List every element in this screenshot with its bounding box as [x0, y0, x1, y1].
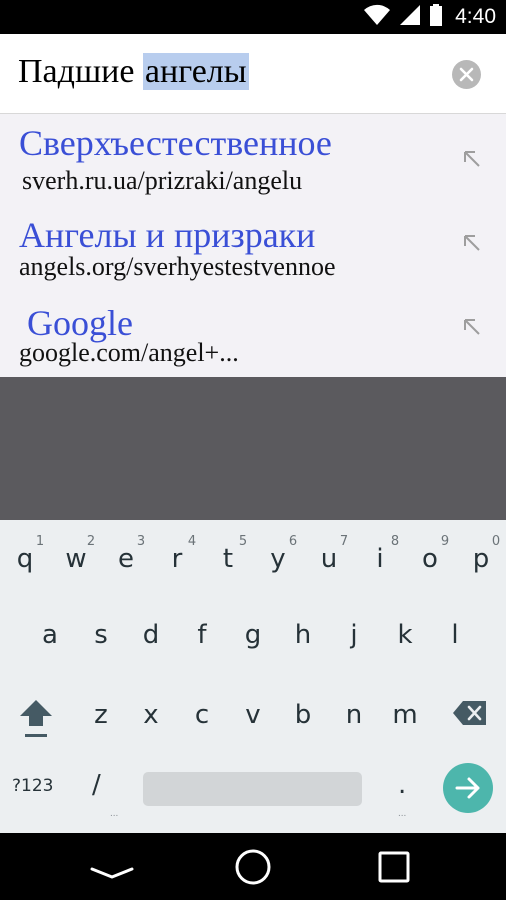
- key-label: o: [422, 544, 438, 574]
- key-z[interactable]: z: [76, 684, 126, 744]
- key-label: q: [16, 544, 34, 574]
- insert-arrow-icon[interactable]: [461, 316, 483, 338]
- slash-key-more-hint: ...: [110, 808, 119, 819]
- wifi-icon: [363, 4, 391, 31]
- suggestion-item[interactable]: Google google.com/angel+...: [0, 290, 506, 378]
- suggestion-url: google.com/angel+...: [19, 338, 239, 367]
- symbols-key[interactable]: ?123: [12, 776, 53, 796]
- key-s[interactable]: s: [76, 604, 126, 664]
- backspace-icon: [452, 701, 488, 730]
- shift-key[interactable]: [16, 696, 56, 740]
- keyboard: 1q 2w 3e 4r 5t 6y 7u 8i 9o 0p a s d f g …: [0, 520, 506, 833]
- key-e[interactable]: 3e: [101, 528, 151, 588]
- key-l[interactable]: l: [430, 604, 480, 664]
- key-g[interactable]: g: [228, 604, 278, 664]
- clear-button[interactable]: [452, 60, 481, 89]
- chevron-down-icon: [90, 867, 134, 891]
- key-label: s: [94, 620, 108, 650]
- period-key-more-hint: ...: [398, 808, 407, 819]
- status-bar: 4:40: [0, 0, 506, 34]
- key-label: m: [392, 700, 418, 730]
- suggestion-list: Сверхъестественное sverh.ru.ua/prizraki/…: [0, 114, 506, 377]
- key-label: d: [142, 620, 160, 650]
- key-q[interactable]: 1q: [0, 528, 50, 588]
- key-label: t: [222, 544, 234, 574]
- key-k[interactable]: k: [380, 604, 430, 664]
- status-time: 4:40: [455, 5, 496, 28]
- key-d[interactable]: d: [126, 604, 176, 664]
- go-button[interactable]: [443, 763, 493, 813]
- home-button[interactable]: [231, 847, 275, 887]
- period-key[interactable]: .: [398, 770, 406, 800]
- key-y[interactable]: 6y: [253, 528, 303, 588]
- key-label: i: [376, 544, 384, 574]
- key-label: g: [244, 620, 262, 650]
- key-n[interactable]: n: [329, 684, 379, 744]
- recents-icon: [372, 851, 416, 891]
- key-label: w: [65, 544, 87, 574]
- key-label: b: [294, 700, 312, 730]
- key-t[interactable]: 5t: [203, 528, 253, 588]
- key-f[interactable]: f: [177, 604, 227, 664]
- navigation-bar: [0, 833, 506, 900]
- key-label: y: [270, 544, 286, 574]
- key-c[interactable]: c: [177, 684, 227, 744]
- key-label: z: [94, 700, 108, 730]
- key-x[interactable]: x: [126, 684, 176, 744]
- dimmed-page-overlay[interactable]: [0, 377, 506, 520]
- key-label: u: [320, 544, 338, 574]
- key-o[interactable]: 9o: [405, 528, 455, 588]
- key-label: a: [42, 620, 58, 650]
- key-label: v: [245, 700, 261, 730]
- key-u[interactable]: 7u: [304, 528, 354, 588]
- status-icons: 4:40: [363, 3, 496, 31]
- search-input[interactable]: Падшие ангелы: [18, 46, 249, 98]
- battery-icon: [429, 3, 443, 31]
- key-label: p: [472, 544, 490, 574]
- key-label: x: [143, 700, 159, 730]
- suggestion-item[interactable]: Сверхъестественное sverh.ru.ua/prizraki/…: [0, 114, 506, 202]
- key-j[interactable]: j: [329, 604, 379, 664]
- key-v[interactable]: v: [228, 684, 278, 744]
- suggestion-url: sverh.ru.ua/prizraki/angelu: [22, 166, 303, 195]
- key-label: f: [197, 620, 207, 650]
- suggestion-url: angels.org/sverhyestestvennoe: [19, 252, 336, 281]
- suggestion-title: Ангелы и призраки: [19, 215, 316, 255]
- key-label: j: [350, 620, 358, 650]
- back-button[interactable]: [90, 847, 134, 887]
- key-w[interactable]: 2w: [51, 528, 101, 588]
- omnibox[interactable]: Падшие ангелы: [0, 34, 506, 114]
- key-h[interactable]: h: [278, 604, 328, 664]
- suggestion-title: Сверхъестественное: [19, 123, 332, 163]
- key-a[interactable]: a: [25, 604, 75, 664]
- query-text: Падшие: [18, 53, 143, 90]
- recents-button[interactable]: [372, 847, 416, 887]
- signal-icon: [399, 4, 421, 31]
- key-label: e: [118, 544, 134, 574]
- home-icon: [231, 849, 275, 891]
- key-label: n: [345, 700, 363, 730]
- key-p[interactable]: 0p: [456, 528, 506, 588]
- key-label: l: [451, 620, 459, 650]
- suggestion-item[interactable]: Ангелы и призраки angels.org/sverhyestes…: [0, 202, 506, 290]
- slash-key[interactable]: /: [92, 770, 101, 800]
- query-selected-text: ангелы: [142, 53, 249, 90]
- shift-icon: [16, 700, 56, 744]
- key-m[interactable]: m: [380, 684, 430, 744]
- space-bar[interactable]: [143, 772, 362, 806]
- key-label: c: [194, 700, 210, 730]
- key-label: h: [294, 620, 312, 650]
- key-r[interactable]: 4r: [152, 528, 202, 588]
- backspace-key[interactable]: [452, 700, 488, 726]
- key-b[interactable]: b: [278, 684, 328, 744]
- insert-arrow-icon[interactable]: [461, 148, 483, 170]
- key-i[interactable]: 8i: [355, 528, 405, 588]
- insert-arrow-icon[interactable]: [461, 232, 483, 254]
- key-label: r: [171, 544, 183, 574]
- key-label: k: [397, 620, 413, 650]
